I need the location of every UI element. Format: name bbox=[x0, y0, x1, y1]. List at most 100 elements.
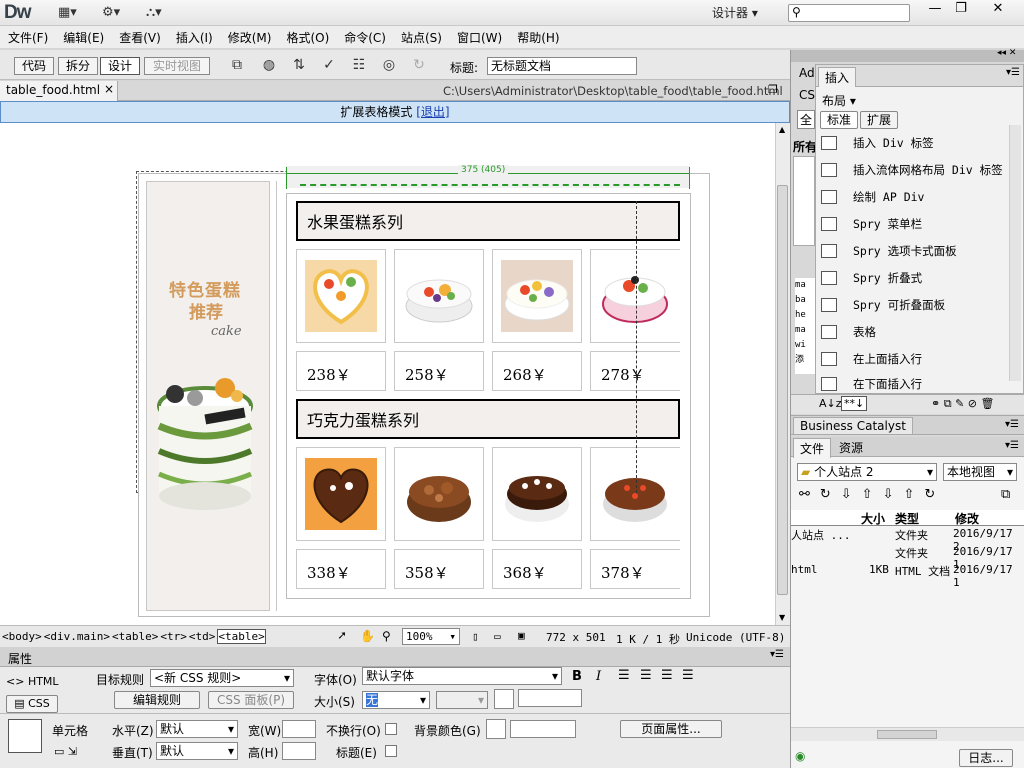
tag-td[interactable]: <td> bbox=[189, 630, 216, 643]
window-size[interactable]: 772 x 501 bbox=[546, 631, 606, 644]
category-select[interactable]: 布局 ▾ bbox=[822, 92, 856, 109]
text-color-picker[interactable] bbox=[494, 689, 514, 709]
bc-panel-menu-icon[interactable]: ▾☰ bbox=[1005, 419, 1019, 430]
css-rules-list[interactable] bbox=[793, 156, 815, 246]
refresh-icon[interactable]: ↻ bbox=[408, 57, 430, 75]
product-cell[interactable] bbox=[296, 447, 386, 541]
align-right-icon[interactable]: ☰ bbox=[661, 668, 673, 683]
html-mode-button[interactable]: <> HTML bbox=[6, 675, 59, 688]
menu-window[interactable]: 窗口(W) bbox=[449, 26, 509, 46]
menu-modify[interactable]: 修改(M) bbox=[220, 26, 279, 46]
menu-edit[interactable]: 编辑(E) bbox=[55, 26, 111, 46]
price-cell[interactable]: 358￥ bbox=[394, 549, 484, 589]
search-input[interactable]: ⚲ bbox=[788, 4, 910, 22]
side-tab-all[interactable]: 全 bbox=[797, 110, 816, 129]
vert-select[interactable]: 默认 ▾ bbox=[156, 742, 238, 760]
live-view-button[interactable]: 实时视图 bbox=[144, 57, 210, 75]
design-view-button[interactable]: 设计 bbox=[100, 57, 140, 75]
log-button[interactable]: 日志... bbox=[959, 749, 1013, 767]
left-cell[interactable]: 特色蛋糕 推荐 cake bbox=[146, 181, 270, 611]
insert-div-item[interactable]: 插入 Div 标签 bbox=[821, 135, 934, 161]
menu-format[interactable]: 格式(O) bbox=[278, 26, 336, 46]
price-cell[interactable]: 368￥ bbox=[492, 549, 582, 589]
merge-cells-icon[interactable]: ▭ ⇲ bbox=[54, 745, 77, 758]
draw-ap-div-item[interactable]: 绘制 AP Div bbox=[821, 189, 924, 215]
css-panel-button[interactable]: CSS 面板(P) bbox=[208, 691, 294, 709]
mobile-size-icon[interactable]: ▯ bbox=[472, 630, 479, 643]
product-cell[interactable] bbox=[394, 249, 484, 343]
split-view-button[interactable]: 拆分 bbox=[58, 57, 98, 75]
align-center-icon[interactable]: ☰ bbox=[640, 668, 652, 683]
align-left-icon[interactable]: ☰ bbox=[618, 668, 630, 683]
col-modified[interactable]: 修改 bbox=[955, 510, 979, 527]
price-cell[interactable]: 238￥ bbox=[296, 351, 386, 391]
tag-body[interactable]: <body> bbox=[2, 630, 42, 643]
exit-extended-mode-link[interactable]: [退出] bbox=[416, 105, 449, 119]
spry-accordion-item[interactable]: Spry 折叠式 bbox=[821, 270, 922, 296]
code-view-button[interactable]: 代码 bbox=[14, 57, 54, 75]
nowrap-checkbox[interactable] bbox=[385, 723, 397, 735]
price-cell[interactable]: 278￥ bbox=[590, 351, 680, 391]
file-management-icon[interactable]: ⇅ bbox=[288, 57, 310, 75]
header-checkbox[interactable] bbox=[385, 745, 397, 757]
menu-commands[interactable]: 命令(C) bbox=[336, 26, 393, 46]
spry-collapsible-item[interactable]: Spry 可折叠面板 bbox=[821, 297, 945, 323]
menu-help[interactable]: 帮助(H) bbox=[509, 26, 566, 46]
product-cell[interactable] bbox=[590, 447, 680, 541]
design-canvas[interactable]: 特色蛋糕 推荐 cake 375 (405) 水果蛋糕系列 238￥ 258￥ … bbox=[0, 123, 775, 625]
visual-aids-icon[interactable]: ☷ bbox=[348, 57, 370, 75]
layout-icon[interactable]: ▦▾ bbox=[58, 5, 77, 21]
expand-icon[interactable]: ⧉ bbox=[1001, 487, 1010, 502]
size-unit-select[interactable]: ▾ bbox=[436, 691, 488, 709]
side-tab-cs[interactable]: CS bbox=[799, 88, 815, 102]
select-tool-icon[interactable]: ➚ bbox=[338, 629, 346, 644]
scroll-down-icon[interactable]: ▼ bbox=[779, 613, 785, 622]
menu-insert[interactable]: 插入(I) bbox=[168, 26, 220, 46]
insert-fluid-div-item[interactable]: 插入流体网格布局 Div 标签 bbox=[821, 162, 1003, 188]
w3c-validation-icon[interactable]: ✓ bbox=[318, 57, 340, 75]
standard-mode-button[interactable]: 标准 bbox=[820, 111, 858, 129]
bgcolor-picker[interactable] bbox=[486, 719, 506, 739]
section-heading-chocolate[interactable]: 巧克力蛋糕系列 bbox=[296, 399, 680, 439]
bgcolor-input[interactable] bbox=[510, 720, 576, 738]
insert-row-below-item[interactable]: 在下面插入行 bbox=[821, 376, 922, 392]
restore-button[interactable]: ❐ bbox=[946, 0, 976, 20]
site-select[interactable]: ▰ 个人站点 2 ▾ bbox=[797, 463, 937, 481]
close-tab-icon[interactable]: × bbox=[104, 82, 114, 96]
width-input[interactable] bbox=[282, 720, 316, 738]
product-cell[interactable] bbox=[590, 249, 680, 343]
scrollbar-thumb[interactable] bbox=[777, 185, 788, 595]
section-heading-fruit[interactable]: 水果蛋糕系列 bbox=[296, 201, 680, 241]
multiscreen-icon[interactable]: ⧉ bbox=[226, 57, 248, 75]
font-select[interactable]: 默认字体 ▾ bbox=[362, 667, 562, 685]
bc-tab[interactable]: Business Catalyst bbox=[793, 417, 913, 435]
text-color-input[interactable] bbox=[518, 689, 582, 707]
italic-button[interactable]: I bbox=[596, 669, 601, 684]
file-tab[interactable]: table_food.html × bbox=[0, 81, 118, 101]
tablet-size-icon[interactable]: ▭ bbox=[494, 630, 501, 643]
price-cell[interactable]: 378￥ bbox=[590, 549, 680, 589]
edit-rule-button[interactable]: 编辑规则 bbox=[114, 691, 200, 709]
extended-mode-button[interactable]: 扩展 bbox=[860, 111, 898, 129]
sort-icon[interactable]: A↓z bbox=[819, 397, 842, 410]
panel-menu-icon[interactable]: ▾☰ bbox=[770, 649, 784, 660]
css-props-list[interactable]: ma ba he ma wi 添 bbox=[795, 278, 815, 374]
product-cell[interactable] bbox=[296, 249, 386, 343]
page-properties-button[interactable]: 页面属性... bbox=[620, 720, 722, 738]
col-type[interactable]: 类型 bbox=[895, 510, 919, 527]
spry-menubar-item[interactable]: Spry 菜单栏 bbox=[821, 216, 922, 242]
hand-tool-icon[interactable]: ✋ bbox=[360, 629, 375, 643]
restore-doc-icon[interactable]: ❐ bbox=[768, 83, 778, 96]
menu-file[interactable]: 文件(F) bbox=[0, 26, 55, 46]
price-cell[interactable]: 258￥ bbox=[394, 351, 484, 391]
horz-select[interactable]: 默认 ▾ bbox=[156, 720, 238, 738]
files-panel-menu-icon[interactable]: ▾☰ bbox=[1005, 440, 1019, 451]
price-cell[interactable]: 338￥ bbox=[296, 549, 386, 589]
tag-table-selected[interactable]: <table> bbox=[217, 629, 266, 644]
table-item[interactable]: 表格 bbox=[821, 324, 876, 350]
files-hscroll-thumb[interactable] bbox=[877, 730, 937, 739]
zoom-select[interactable]: 100% ▾ bbox=[402, 628, 460, 645]
desktop-size-icon[interactable]: ▣ bbox=[518, 629, 525, 642]
table-row[interactable]: 文件夹 2016/9/17 1 bbox=[791, 545, 1024, 571]
spry-tabbed-panels-item[interactable]: Spry 选项卡式面板 bbox=[821, 243, 957, 269]
